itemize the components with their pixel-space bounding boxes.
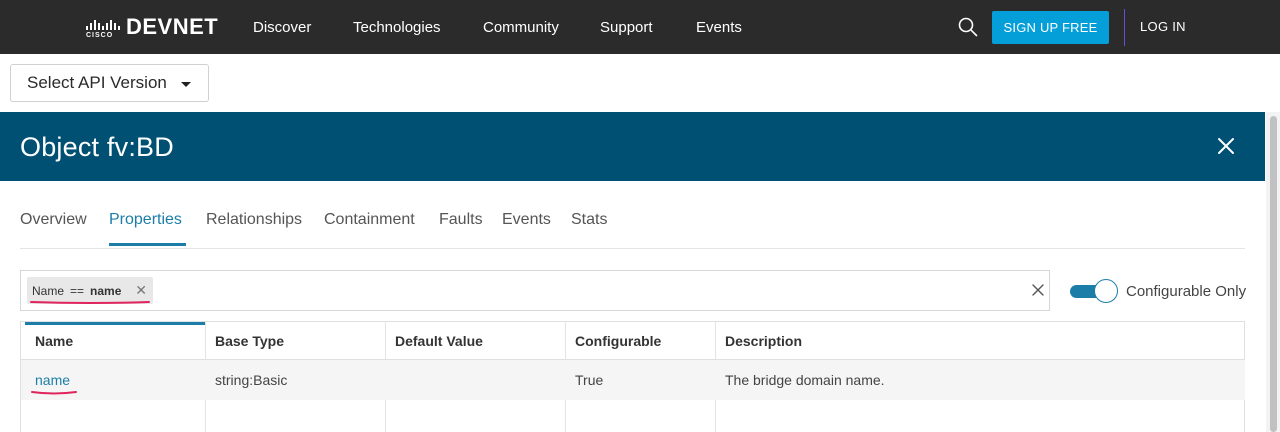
tab-faults[interactable]: Faults [439, 211, 483, 229]
sign-up-button[interactable]: SIGN UP FREE [992, 11, 1109, 44]
api-version-label: Select API Version [27, 73, 167, 92]
tab-overview[interactable]: Overview [20, 211, 87, 229]
api-version-select[interactable]: Select API Version [10, 64, 209, 102]
tab-relationships[interactable]: Relationships [206, 211, 302, 229]
devnet-logo[interactable]: CISCO DEVNET [84, 14, 219, 39]
object-title: Object fv:BD [20, 132, 174, 162]
filter-chip-key: Name [32, 283, 65, 298]
property-filter-input[interactable]: Name == name ✕ [20, 270, 1050, 311]
column-header-configurable[interactable]: Configurable [575, 333, 661, 349]
active-tab-indicator [109, 243, 186, 246]
nav-divider [1124, 9, 1125, 46]
cisco-logo-icon: CISCO [84, 15, 122, 39]
clear-filter-icon[interactable] [1031, 283, 1045, 297]
nav-link-discover[interactable]: Discover [253, 19, 311, 36]
properties-table: Name Base Type Default Value Configurabl… [20, 321, 1245, 432]
configurable-only-label: Configurable Only [1126, 283, 1247, 300]
chip-remove-icon[interactable]: ✕ [135, 283, 147, 297]
toggle-knob [1094, 279, 1118, 303]
close-icon[interactable] [1216, 136, 1236, 156]
configurable-only-toggle[interactable] [1070, 279, 1118, 303]
nav-link-support[interactable]: Support [600, 19, 653, 36]
column-header-base-type[interactable]: Base Type [215, 333, 284, 349]
table-row: name string:Basic True The bridge domain… [21, 360, 1245, 400]
tab-stats[interactable]: Stats [571, 211, 607, 229]
table-header-row: Name Base Type Default Value Configurabl… [21, 322, 1245, 360]
cell-description: The bridge domain name. [725, 372, 885, 388]
tabs-divider [20, 248, 1245, 249]
nav-link-technologies[interactable]: Technologies [353, 19, 441, 36]
annotation-underline [31, 391, 77, 395]
property-name-link[interactable]: name [35, 372, 70, 388]
column-header-name[interactable]: Name [35, 333, 73, 349]
column-header-default-value[interactable]: Default Value [395, 333, 483, 349]
nav-link-events[interactable]: Events [696, 19, 742, 36]
search-icon[interactable] [958, 17, 978, 37]
cell-base-type: string:Basic [215, 372, 288, 388]
devnet-wordmark: DEVNET [126, 14, 219, 39]
cell-configurable: True [575, 372, 604, 388]
filter-chip-value: name [90, 283, 122, 298]
log-in-link[interactable]: LOG IN [1140, 19, 1186, 34]
object-header: Object fv:BD [0, 112, 1265, 181]
cisco-wordmark: CISCO [86, 32, 114, 39]
column-header-description[interactable]: Description [725, 333, 802, 349]
tab-properties[interactable]: Properties [109, 211, 182, 229]
chevron-down-icon [181, 82, 191, 87]
nav-link-community[interactable]: Community [483, 19, 559, 36]
annotation-underline [30, 301, 150, 304]
tab-containment[interactable]: Containment [324, 211, 415, 229]
top-navigation-bar: CISCO DEVNET Discover Technologies Commu… [0, 0, 1280, 54]
tab-events[interactable]: Events [502, 211, 551, 229]
scrollbar-thumb[interactable] [1270, 116, 1277, 432]
filter-chip-operator: == [70, 283, 85, 298]
